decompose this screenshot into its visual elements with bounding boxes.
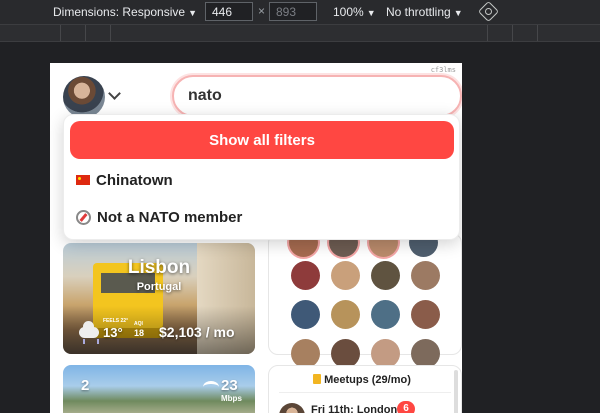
member-avatar[interactable]: [411, 300, 440, 329]
caret-down-icon: ▼: [366, 8, 376, 18]
member-avatar[interactable]: [291, 300, 320, 329]
build-tag: cf3lms: [430, 66, 456, 74]
city-card-lisbon[interactable]: Lisbon Portugal FEELS 22° 13° AQI 18 $2,…: [63, 243, 255, 354]
feels-like: FEELS 22°: [103, 318, 129, 324]
city-card-2[interactable]: 2 23 Mbps: [63, 365, 255, 413]
member-avatar[interactable]: [411, 261, 440, 290]
city-name: Lisbon: [127, 257, 191, 278]
members-card[interactable]: [268, 228, 462, 368]
height-input[interactable]: 893: [269, 2, 317, 21]
zoom-dropdown[interactable]: 100% ▼: [333, 5, 376, 19]
zoom-label: 100%: [333, 5, 364, 19]
rain-cloud-icon: [79, 321, 99, 344]
member-avatar[interactable]: [331, 261, 360, 290]
rotate-icon[interactable]: [477, 0, 500, 23]
chevron-down-icon[interactable]: [108, 87, 121, 100]
internet-speed: 23: [221, 377, 238, 394]
dimension-separator: ×: [258, 4, 266, 18]
member-avatar[interactable]: [411, 339, 440, 368]
scrollbar[interactable]: [454, 370, 458, 413]
dimensions-dropdown[interactable]: Dimensions: Responsive ▼: [53, 5, 197, 19]
suggestion-label: Chinatown: [96, 171, 173, 189]
meetups-title: Meetups (29/mo): [269, 374, 455, 386]
show-all-filters-button[interactable]: Show all filters: [70, 121, 454, 159]
dimensions-label: Dimensions: Responsive: [53, 5, 186, 19]
aqi-label: AQI: [134, 321, 143, 327]
caret-down-icon: ▼: [453, 8, 463, 18]
suggestion-chinatown[interactable]: Chinatown: [76, 167, 446, 193]
wifi-icon: [203, 381, 219, 393]
user-avatar[interactable]: [63, 76, 105, 118]
beer-icon: [313, 374, 322, 384]
member-avatar[interactable]: [291, 339, 320, 368]
city-country: Portugal: [136, 281, 182, 293]
media-query-ruler: [0, 24, 600, 42]
cost-of-living: $2,103 / mo: [159, 324, 235, 340]
compass-icon: [76, 209, 91, 225]
member-avatar[interactable]: [371, 261, 400, 290]
meetups-card[interactable]: Meetups (29/mo) Fri 11th: London 6: [268, 365, 462, 413]
member-avatar[interactable]: [331, 339, 360, 368]
suggestion-not-nato[interactable]: Not a NATO member: [76, 204, 446, 230]
page-viewport: cf3lms i Lisbon Portugal FEELS 22° 13° A…: [50, 63, 462, 413]
internet-speed-unit: Mbps: [221, 394, 242, 403]
search-suggestions-dropdown: Show all filters Chinatown Not a NATO me…: [63, 114, 460, 240]
member-avatar[interactable]: [331, 300, 360, 329]
suggestion-label: Not a NATO member: [97, 208, 243, 226]
member-avatar[interactable]: [291, 261, 320, 290]
meetup-host-avatar[interactable]: [279, 403, 305, 413]
search-input[interactable]: [172, 75, 462, 117]
width-input[interactable]: 446: [205, 2, 253, 21]
meetup-count-badge: 6: [397, 401, 415, 413]
throttling-label: No throttling: [386, 5, 451, 19]
temperature: 13°: [103, 325, 123, 340]
city-rank: 2: [81, 377, 90, 394]
member-avatar[interactable]: [371, 339, 400, 368]
aqi-value: 18: [134, 328, 145, 338]
throttling-dropdown[interactable]: No throttling ▼: [386, 5, 463, 19]
china-flag-icon: [76, 175, 90, 185]
meetup-item[interactable]: Fri 11th: London: [311, 404, 397, 413]
devtools-toolbar: Dimensions: Responsive ▼ 446 × 893 100% ▼ …: [0, 0, 600, 24]
caret-down-icon: ▼: [188, 8, 197, 18]
member-avatar[interactable]: [371, 300, 400, 329]
